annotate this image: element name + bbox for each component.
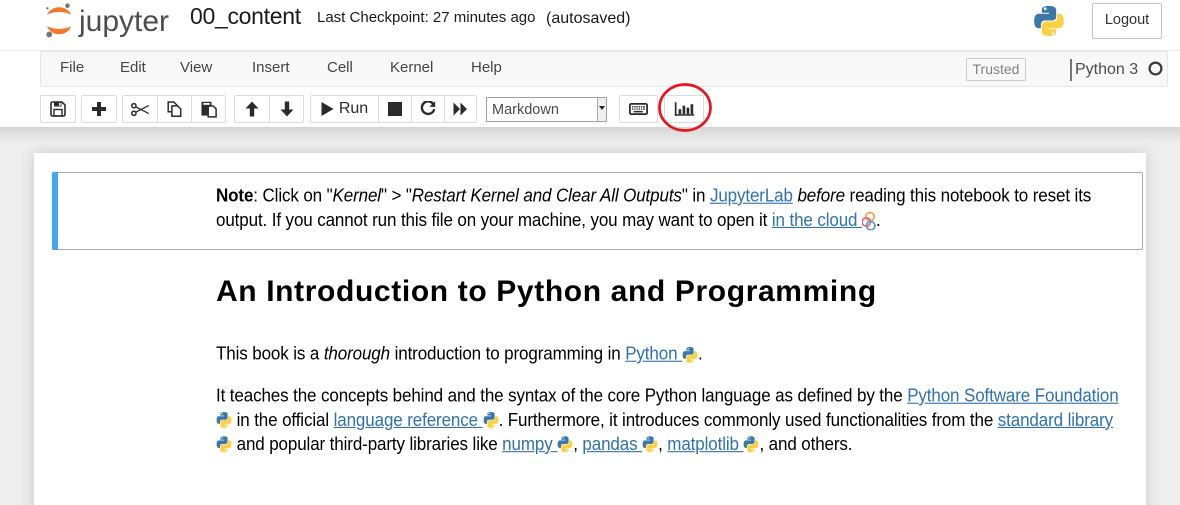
svg-text:jupyter: jupyter xyxy=(78,5,169,38)
